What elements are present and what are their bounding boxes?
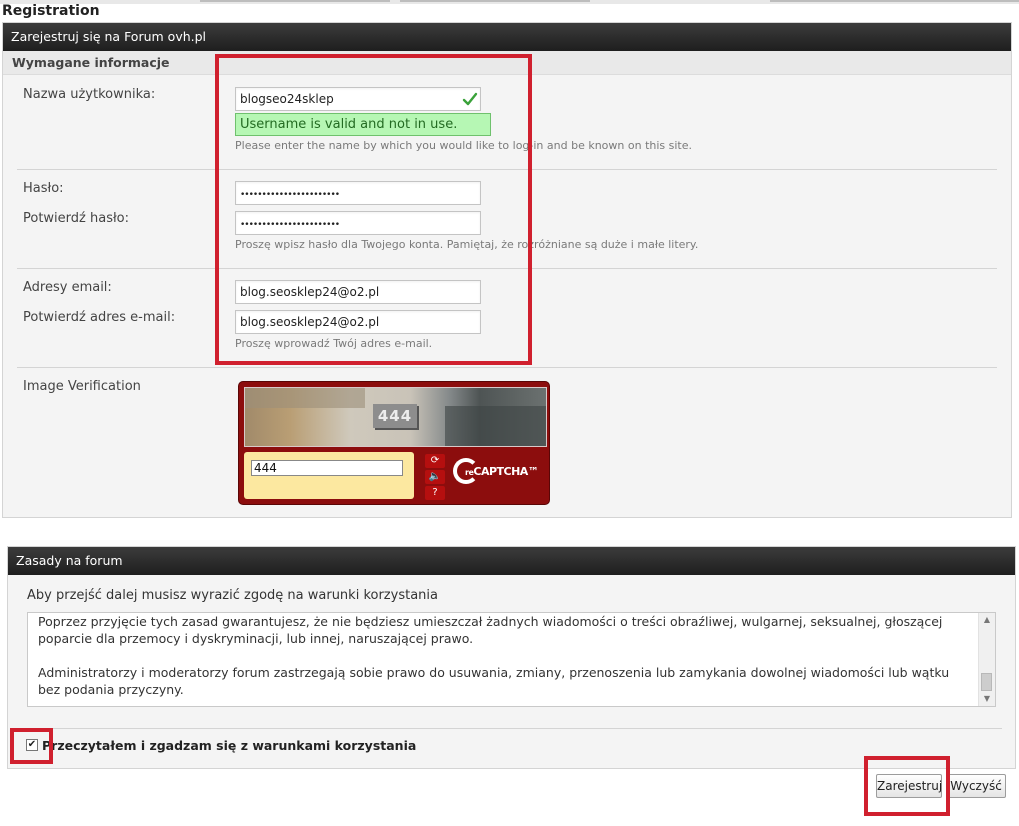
username-label: Nazwa użytkownika: [23, 87, 156, 102]
top-strip [0, 0, 1019, 4]
rules-paragraph: Poprzez przyjęcie tych zasad gwarantujes… [38, 614, 943, 646]
reset-button[interactable]: Wyczyść [946, 774, 1006, 798]
scroll-down-icon[interactable]: ▼ [979, 692, 995, 706]
email-hint: Proszę wprowadź Twój adres e-mail. [235, 337, 433, 350]
rules-intro: Aby przejść dalej musisz wyrazić zgodę n… [27, 588, 438, 603]
rules-paragraph: Administratorzy i moderatorzy forum zast… [38, 665, 950, 697]
checkbox-checked-icon: ✔ [27, 739, 37, 750]
refresh-icon[interactable]: ⟳ [425, 454, 445, 468]
email-value: blog.seosklep24@o2.pl [240, 285, 380, 299]
username-hint: Please enter the name by which you would… [235, 139, 693, 152]
forum-rules-panel: Zasady na forum Aby przejść dalej musisz… [7, 546, 1016, 769]
top-strip-segment [200, 0, 390, 2]
username-input[interactable]: blogseo24sklep [235, 87, 481, 111]
captcha-response-area: 444 [244, 452, 414, 499]
divider [17, 169, 997, 170]
captcha-image-text: 444 [373, 404, 417, 428]
rules-textbox[interactable]: Poprzez przyjęcie tych zasad gwarantujes… [27, 612, 996, 707]
checkmark-icon [462, 92, 478, 106]
password-value: ••••••••••••••••••••••• [240, 190, 340, 200]
confirm-email-input[interactable]: blog.seosklep24@o2.pl [235, 310, 481, 334]
scroll-up-icon[interactable]: ▲ [979, 613, 995, 627]
agree-checkbox[interactable]: ✔ [26, 739, 38, 751]
rules-scrollbar[interactable]: ▲ ▼ [978, 613, 995, 706]
agree-label: Przeczytałem i zgadzam się z warunkami k… [42, 738, 417, 753]
recaptcha-logo: reCAPTCHA™ [453, 454, 543, 494]
password-input[interactable]: ••••••••••••••••••••••• [235, 181, 481, 205]
captcha-image: 444 [244, 387, 547, 447]
confirm-password-label: Potwierdź hasło: [23, 211, 129, 226]
password-hint: Proszę wpisz hasło dla Twojego konta. Pa… [235, 238, 699, 251]
registration-panel: Zarejestruj się na Forum ovh.pl Wymagane… [2, 22, 1012, 518]
top-strip-segment [770, 0, 1019, 2]
required-info-title: Wymagane informacje [3, 51, 1011, 75]
help-icon[interactable]: ? [425, 486, 445, 500]
divider [17, 367, 997, 368]
audio-icon[interactable]: 🔈 [425, 470, 445, 484]
page-title: Registration [2, 3, 100, 19]
password-label: Hasło: [23, 181, 64, 196]
email-label: Adresy email: [23, 280, 112, 295]
confirm-password-value: ••••••••••••••••••••••• [240, 220, 340, 230]
image-verification-label: Image Verification [23, 379, 141, 394]
recaptcha-widget: 444 444 ⟳ 🔈 ? reCAPTCHA™ [238, 381, 550, 505]
email-input[interactable]: blog.seosklep24@o2.pl [235, 280, 481, 304]
username-valid-message: Username is valid and not in use. [235, 113, 491, 136]
scroll-thumb[interactable] [981, 673, 992, 691]
divider [22, 728, 1002, 729]
captcha-input[interactable]: 444 [251, 460, 403, 476]
username-value: blogseo24sklep [240, 92, 334, 106]
confirm-password-input[interactable]: ••••••••••••••••••••••• [235, 211, 481, 235]
confirm-email-label: Potwierdź adres e-mail: [23, 310, 176, 325]
top-strip-segment [400, 0, 590, 2]
forum-rules-header: Zasady na forum [8, 547, 1015, 575]
register-button[interactable]: Zarejestruj [876, 774, 942, 798]
divider [17, 268, 997, 269]
confirm-email-value: blog.seosklep24@o2.pl [240, 315, 380, 329]
registration-header: Zarejestruj się na Forum ovh.pl [3, 23, 1011, 51]
